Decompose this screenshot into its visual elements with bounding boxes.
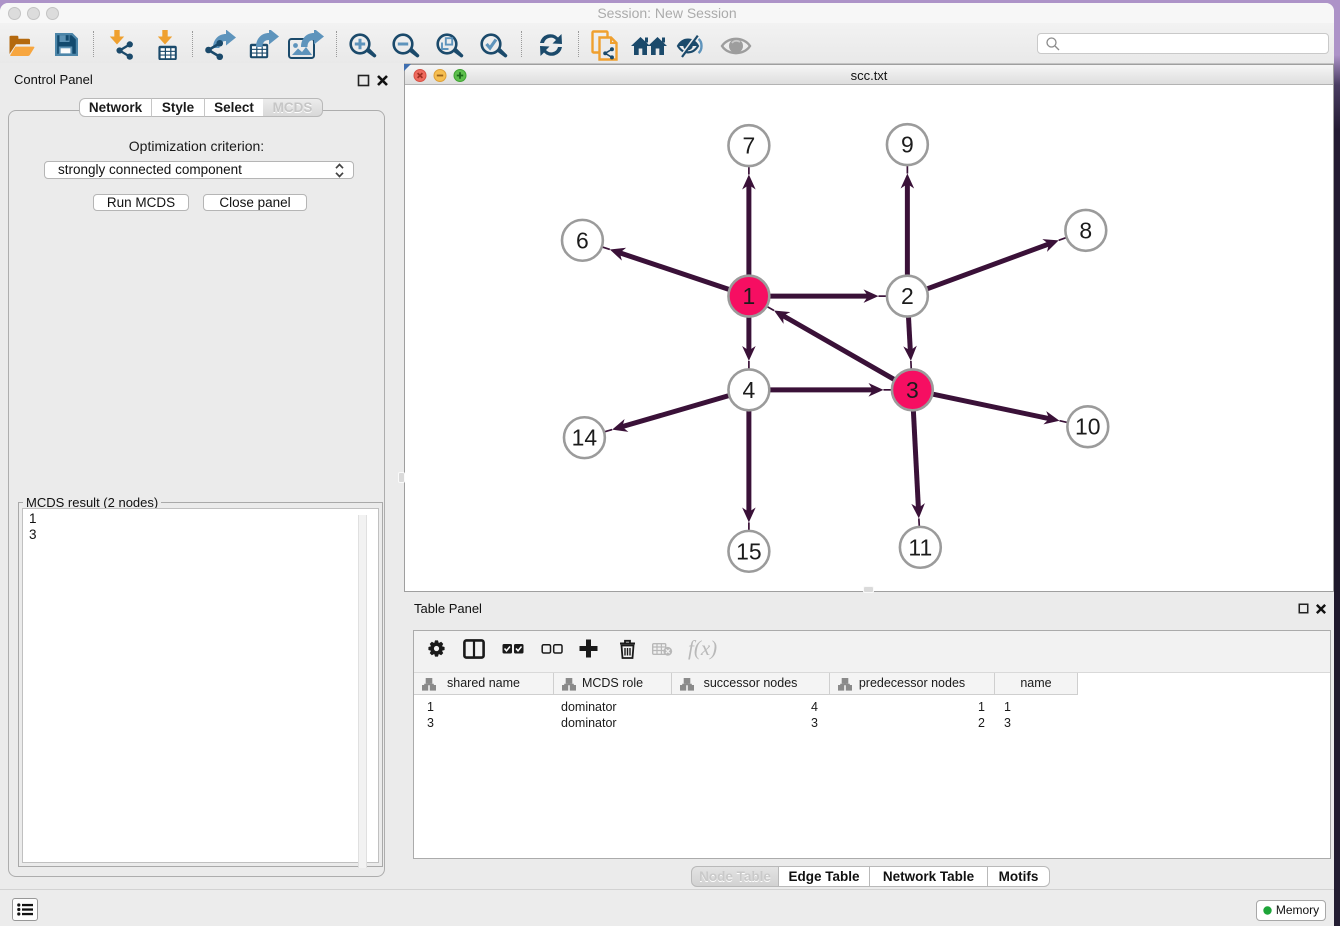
svg-text:10: 10 [1075,414,1100,440]
svg-text:7: 7 [743,133,756,159]
svg-text:11: 11 [908,534,932,560]
svg-text:1: 1 [743,283,756,309]
svg-text:2: 2 [901,283,914,309]
svg-text:4: 4 [743,377,756,403]
svg-text:8: 8 [1079,217,1092,243]
svg-text:14: 14 [572,425,598,451]
svg-text:9: 9 [901,132,914,158]
svg-text:15: 15 [736,538,761,564]
svg-text:3: 3 [906,377,919,403]
svg-text:6: 6 [576,227,589,253]
